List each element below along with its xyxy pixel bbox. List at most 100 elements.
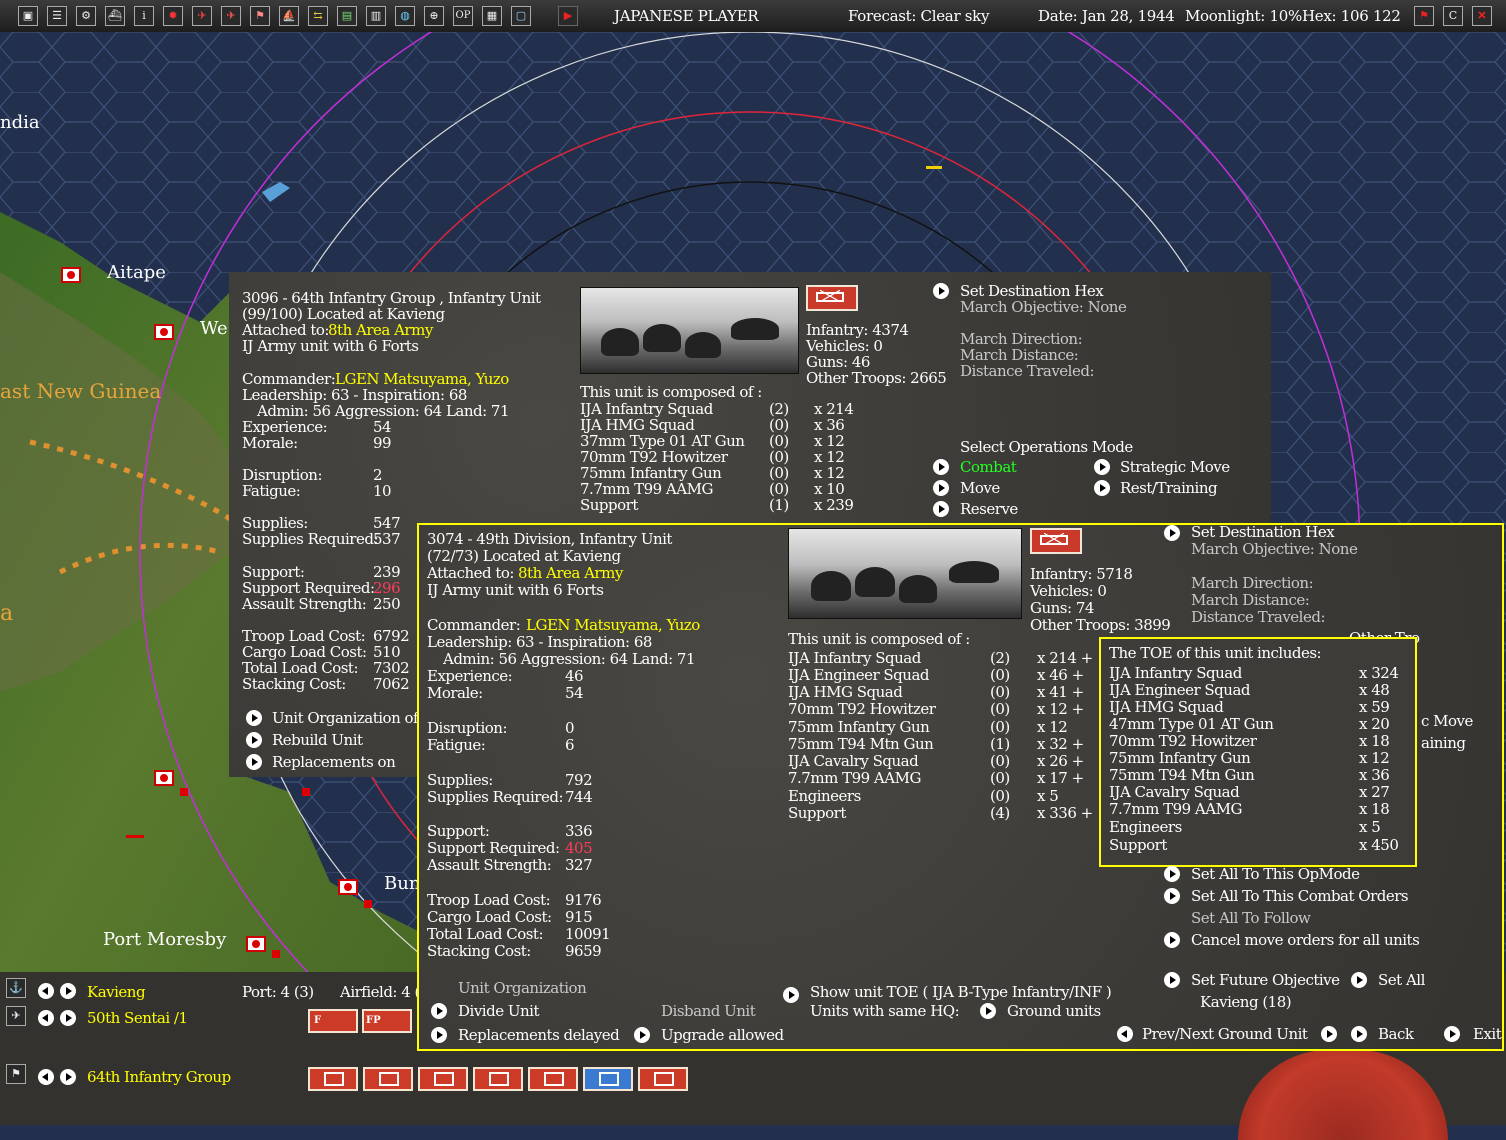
- bomber-plane-icon[interactable]: ✈: [221, 6, 241, 26]
- tent-button[interactable]: [528, 1067, 578, 1091]
- arrow-icon[interactable]: [1164, 525, 1180, 541]
- arrow-icon[interactable]: [431, 1027, 447, 1043]
- next-base-icon[interactable]: [60, 983, 76, 999]
- arrow-icon[interactable]: [1094, 459, 1110, 475]
- show-toe-button[interactable]: Show unit TOE ( IJA B-Type Infantry/INF …: [810, 983, 1112, 1001]
- arrow-icon[interactable]: [246, 710, 262, 726]
- mail-icon[interactable]: [806, 285, 858, 311]
- m-button[interactable]: [638, 1067, 688, 1091]
- unit-organization-button[interactable]: Unit Organization of 49: [272, 709, 441, 727]
- prev-air-icon[interactable]: [38, 1010, 54, 1026]
- window-icon[interactable]: ▢: [511, 6, 531, 26]
- arrow-icon[interactable]: [933, 459, 949, 475]
- fighter-patrol-button[interactable]: FP: [362, 1009, 412, 1033]
- arrow-icon[interactable]: [246, 754, 262, 770]
- set-all-follow-button[interactable]: Set All To Follow: [1191, 909, 1311, 927]
- next-air-icon[interactable]: [60, 1010, 76, 1026]
- set-future-objective-button[interactable]: Set Future Objective: [1191, 971, 1340, 989]
- disband-unit-button[interactable]: Disband Unit: [661, 1002, 756, 1020]
- arrow-icon[interactable]: [634, 1027, 650, 1043]
- mail-icon[interactable]: [1030, 528, 1082, 554]
- combat-report-button[interactable]: [418, 1067, 468, 1091]
- exit-button[interactable]: Exit: [1473, 1025, 1502, 1043]
- mail-button[interactable]: [308, 1067, 358, 1091]
- commander-link[interactable]: LGEN Matsuyama, Yuzo: [526, 616, 700, 634]
- arrow-icon[interactable]: [1164, 932, 1180, 948]
- ground-group-link[interactable]: 64th Infantry Group: [87, 1068, 231, 1086]
- arrow-icon[interactable]: [1164, 888, 1180, 904]
- anchor-button[interactable]: [583, 1067, 633, 1091]
- op-icon[interactable]: OP: [453, 6, 473, 26]
- arrow-icon[interactable]: [933, 480, 949, 496]
- ship-silhouette-icon[interactable]: ⛵: [279, 6, 299, 26]
- ground-units-button[interactable]: Ground units: [1007, 1002, 1101, 1020]
- ship-icon[interactable]: ⛴: [105, 6, 125, 26]
- fighter-button[interactable]: F: [308, 1009, 358, 1033]
- report-icon[interactable]: ▦: [482, 6, 502, 26]
- arrow-icon[interactable]: [1164, 866, 1180, 882]
- arrow-icon[interactable]: [933, 501, 949, 517]
- strategic-move-partial[interactable]: c Move: [1421, 712, 1473, 730]
- map-icon[interactable]: ▣: [18, 6, 38, 26]
- back-button[interactable]: Back: [1378, 1025, 1414, 1043]
- next-ground-icon[interactable]: [60, 1069, 76, 1085]
- anchor-icon[interactable]: ⚓: [6, 978, 26, 998]
- march-direction: March Direction:: [1191, 574, 1314, 592]
- prev-base-icon[interactable]: [38, 983, 54, 999]
- arrow-icon[interactable]: [1094, 480, 1110, 496]
- arrow-icon[interactable]: [933, 283, 949, 299]
- arrow-icon[interactable]: [246, 732, 262, 748]
- arrow-icon[interactable]: [1351, 972, 1367, 988]
- mail-list-button[interactable]: [473, 1067, 523, 1091]
- set-all-combat-orders-button[interactable]: Set All To This Combat Orders: [1191, 887, 1409, 905]
- info-icon[interactable]: i: [134, 6, 154, 26]
- arrow-icon[interactable]: [980, 1003, 996, 1019]
- rest-training-partial[interactable]: aining: [1421, 734, 1466, 752]
- set-all-objective-button[interactable]: Set All: [1378, 971, 1425, 989]
- set-destination-button[interactable]: Set Destination Hex: [1191, 523, 1335, 541]
- divide-unit-button[interactable]: Divide Unit: [458, 1002, 539, 1020]
- cancel-move-orders-button[interactable]: Cancel move orders for all units: [1191, 931, 1420, 949]
- c-icon[interactable]: C: [1443, 6, 1463, 26]
- globe-icon[interactable]: ◍: [395, 6, 415, 26]
- prev-unit-icon[interactable]: [1117, 1026, 1133, 1042]
- factory-icon[interactable]: ▥: [366, 6, 386, 26]
- ops-combat-button[interactable]: Combat: [960, 458, 1017, 476]
- ops-strategic-move-button[interactable]: Strategic Move: [1120, 458, 1230, 476]
- base-icon[interactable]: ⚙: [76, 6, 96, 26]
- ops-rest-training-button[interactable]: Rest/Training: [1120, 479, 1218, 497]
- stat-value: 537: [373, 530, 401, 548]
- arrow-icon[interactable]: [1444, 1026, 1460, 1042]
- flag-icon[interactable]: ⚑: [250, 6, 270, 26]
- set-all-opmode-button[interactable]: Set All To This OpMode: [1191, 865, 1360, 883]
- stat-value: 46: [565, 667, 584, 685]
- japan-flag-icon[interactable]: ✹: [163, 6, 183, 26]
- next-unit-icon[interactable]: [1321, 1026, 1337, 1042]
- unit-panel-49th-division: 3074 - 49th Division, Infantry Unit (72/…: [417, 523, 1504, 1051]
- airplane-icon[interactable]: ✈: [6, 1006, 26, 1026]
- ops-reserve-button[interactable]: Reserve: [960, 500, 1018, 518]
- replacements-delayed-button[interactable]: Replacements delayed: [458, 1026, 620, 1044]
- list-icon[interactable]: ☰: [47, 6, 67, 26]
- ops-move-button[interactable]: Move: [960, 479, 1000, 497]
- network-icon[interactable]: ⊕: [424, 6, 444, 26]
- leader-button[interactable]: [363, 1067, 413, 1091]
- ground-flag-icon[interactable]: ⚑: [6, 1064, 26, 1084]
- flag-red-icon[interactable]: ⚑: [1414, 6, 1434, 26]
- arrow-icon[interactable]: [431, 1003, 447, 1019]
- fighter-plane-icon[interactable]: ✈: [192, 6, 212, 26]
- arrow-icon[interactable]: [1351, 1026, 1367, 1042]
- transport-icon[interactable]: ⇆: [308, 6, 328, 26]
- air-group-link[interactable]: 50th Sentai /1: [87, 1009, 188, 1027]
- arrow-icon[interactable]: [1164, 972, 1180, 988]
- prev-ground-icon[interactable]: [38, 1069, 54, 1085]
- upgrade-allowed-button[interactable]: Upgrade allowed: [661, 1026, 784, 1044]
- attached-hq-link[interactable]: 8th Area Army: [518, 564, 623, 582]
- arrow-icon[interactable]: [783, 987, 799, 1003]
- base-name-link[interactable]: Kavieng: [87, 983, 146, 1001]
- play-icon[interactable]: ▶: [558, 6, 578, 26]
- replacements-button[interactable]: Replacements on: [272, 753, 396, 771]
- rebuild-unit-button[interactable]: Rebuild Unit: [272, 731, 363, 749]
- chart-icon[interactable]: ▤: [337, 6, 357, 26]
- close-icon[interactable]: ✕: [1472, 6, 1492, 26]
